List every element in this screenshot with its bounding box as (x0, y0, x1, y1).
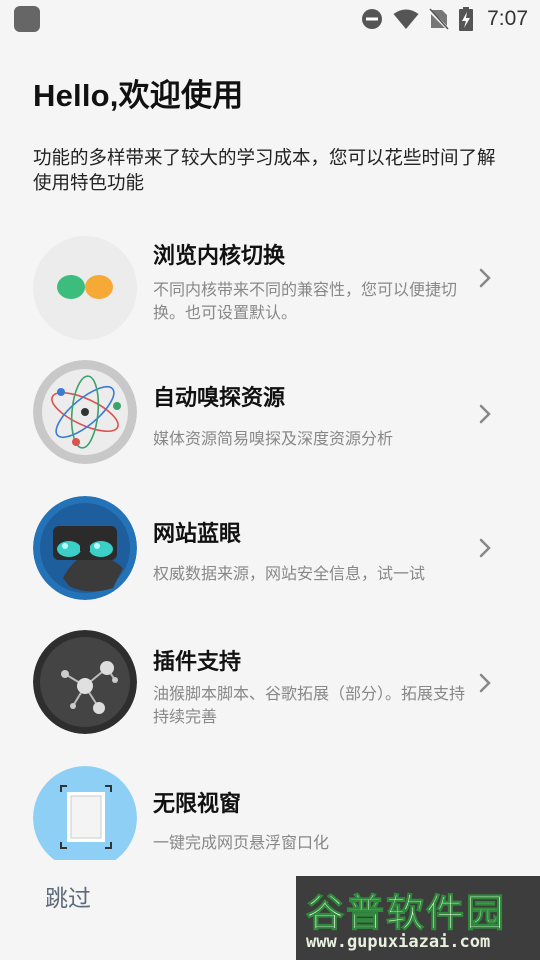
no-sim-icon (429, 8, 450, 30)
goggles-icon (33, 496, 137, 600)
intro-text: 功能的多样带来了较大的学习成本，您可以花些时间了解使用特色功能 (33, 148, 496, 194)
feature-description: 不同内核带来不同的兼容性，您可以便捷切换。也可设置默认。 (153, 280, 458, 322)
watermark-url: www.gupuxiazai.com (306, 932, 491, 952)
floating-window-icon (33, 766, 137, 870)
feature-description: 一键完成网页悬浮窗口化 (153, 833, 330, 852)
skip-button[interactable]: 跳过 (45, 879, 91, 913)
feature-title: 网站蓝眼 (153, 522, 242, 547)
chevron-right-icon (479, 538, 491, 558)
feature-description: 油猴脚本脚本、谷歌拓展（部分）。拓展支持持续完善 (153, 684, 466, 726)
feature-description: 权威数据来源，网站安全信息，试一试 (153, 564, 426, 583)
feature-title: 无限视窗 (153, 792, 242, 817)
do-not-disturb-icon (362, 9, 383, 29)
atom-sniff-icon (33, 360, 137, 464)
clock: 7:07 (487, 7, 528, 30)
battery-charging-icon (459, 7, 474, 31)
feature-item-plugins[interactable]: 插件支持 油猴脚本脚本、谷歌拓展（部分）。拓展支持持续完善 (0, 628, 540, 748)
feature-item-site-blue-eye[interactable]: 网站蓝眼 权威数据来源，网站安全信息，试一试 (0, 494, 540, 614)
chevron-right-icon (479, 673, 491, 693)
feature-item-browser-kernel[interactable]: 浏览内核切换 不同内核带来不同的兼容性，您可以便捷切换。也可设置默认。 (0, 228, 540, 348)
chevron-right-icon (479, 404, 491, 424)
status-bar: 7:07 (0, 0, 540, 38)
feature-title: 插件支持 (153, 650, 242, 675)
feature-item-auto-sniff[interactable]: 自动嗅探资源 媒体资源简易嗅探及深度资源分析 (0, 358, 540, 478)
watermark-title: 谷普软件园 (305, 891, 507, 936)
feature-title: 自动嗅探资源 (153, 386, 286, 411)
feature-description: 媒体资源简易嗅探及深度资源分析 (153, 429, 394, 448)
watermark: 谷普软件园 www.gupuxiazai.com (296, 876, 540, 960)
app-notification-icon (14, 6, 40, 32)
page-title: Hello,欢迎使用 (33, 78, 244, 113)
feature-title: 浏览内核切换 (153, 244, 286, 269)
wifi-icon (393, 9, 419, 29)
chevron-right-icon (479, 268, 491, 288)
plugin-molecule-icon (33, 630, 137, 734)
browser-kernel-icon (33, 236, 137, 340)
